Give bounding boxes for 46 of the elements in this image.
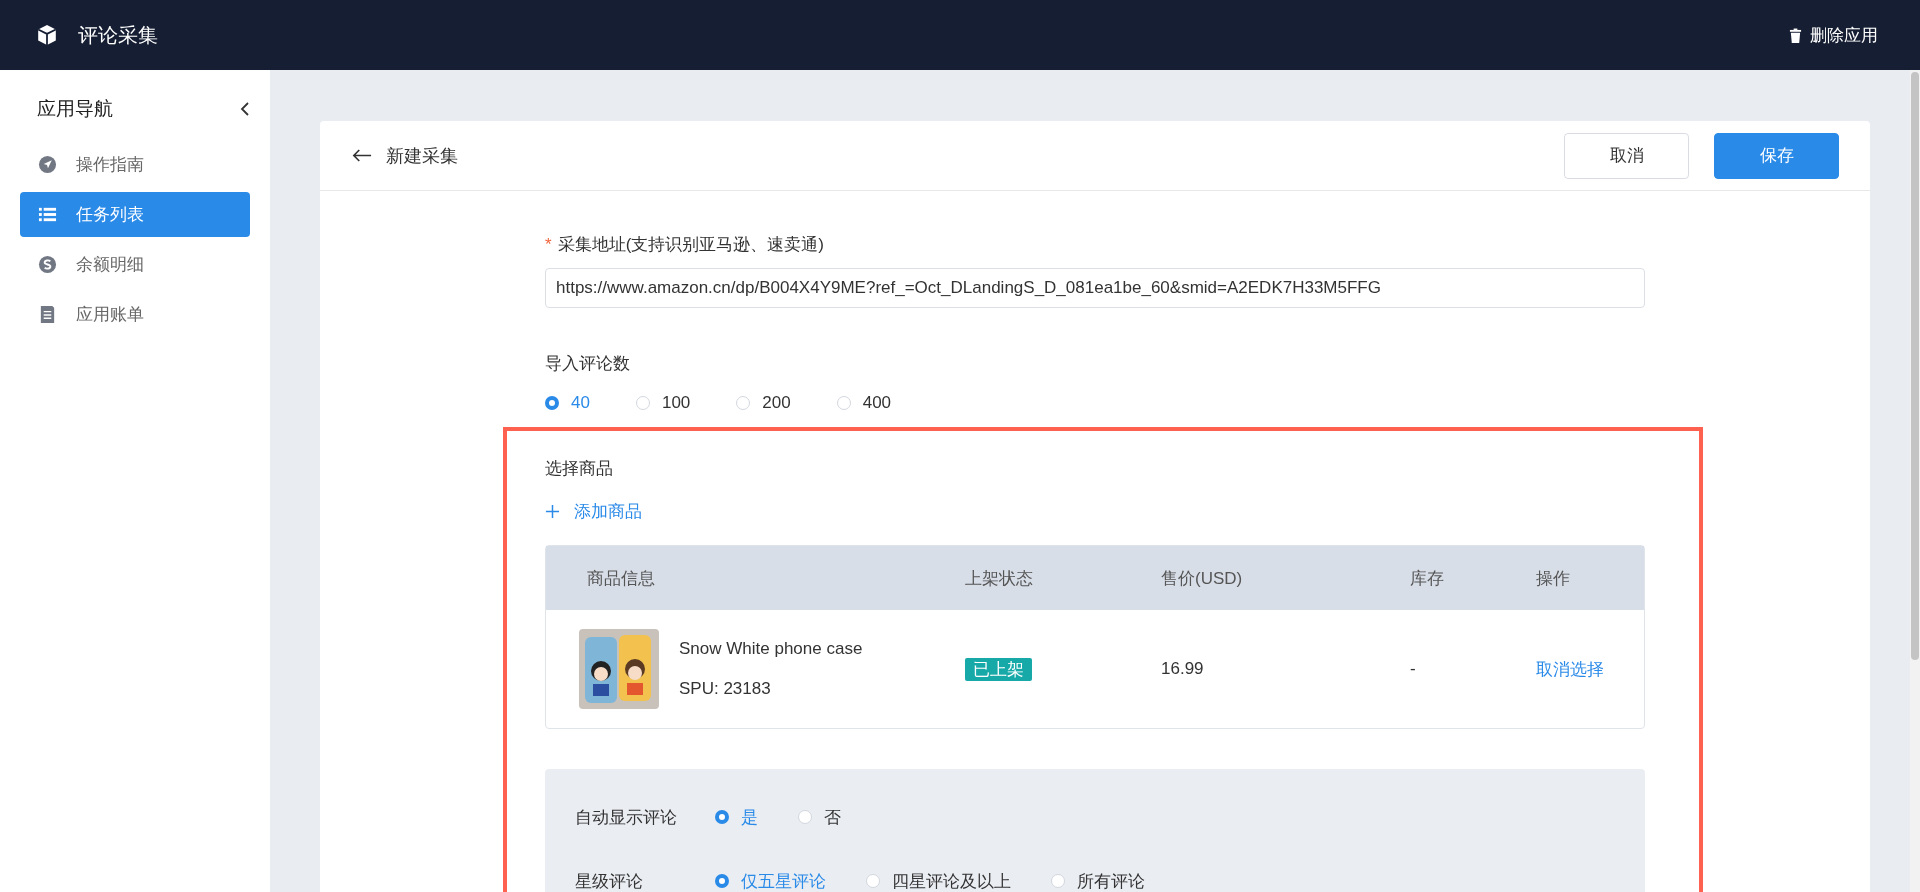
back-arrow-icon[interactable] xyxy=(352,148,372,163)
radio-option[interactable]: 200 xyxy=(736,393,791,413)
field-label: 选择商品 xyxy=(545,458,614,480)
column-header: 库存 xyxy=(1410,567,1445,590)
dollar-icon xyxy=(38,255,57,274)
plus-icon xyxy=(545,504,560,519)
add-product-button[interactable]: 添加商品 xyxy=(545,500,642,523)
sidebar-item[interactable]: 操作指南 xyxy=(20,142,250,187)
radio-option[interactable]: 否 xyxy=(798,805,841,829)
deselect-link[interactable]: 取消选择 xyxy=(1536,657,1644,681)
cube-icon xyxy=(36,24,58,46)
column-header: 商品信息 xyxy=(587,567,656,590)
sidebar-title: 应用导航 xyxy=(37,97,113,121)
field-label: 导入评论数 xyxy=(545,353,631,375)
sidebar-item[interactable]: 余额明细 xyxy=(20,242,250,287)
save-button[interactable]: 保存 xyxy=(1714,132,1839,179)
radio-option[interactable]: 四星评论及以上 xyxy=(866,869,1011,892)
delete-app-button[interactable]: 删除应用 xyxy=(1785,19,1882,51)
sidebar-item[interactable]: 应用账单 xyxy=(20,292,250,337)
column-header: 操作 xyxy=(1536,567,1571,590)
setting-label: 自动显示评论 xyxy=(575,806,678,829)
url-input-field[interactable]: https://www.amazon.cn/dp/B004X4Y9ME?ref_=Oct_DLandingS_D_081ea1be_60&smid=A2EDK7H33M5FFG xyxy=(545,268,1645,308)
list-icon xyxy=(38,205,57,224)
product-name: Snow White phone case xyxy=(679,639,863,659)
collapse-chevron-icon[interactable] xyxy=(240,101,250,117)
radio-option[interactable]: 所有评论 xyxy=(1051,869,1145,892)
cancel-button[interactable]: 取消 xyxy=(1564,132,1689,179)
app-title: 评论采集 xyxy=(78,22,158,48)
status-badge: 已上架 xyxy=(965,657,1032,681)
setting-label: 星级评论 xyxy=(575,870,644,892)
scrollbar[interactable] xyxy=(1910,70,1920,892)
radio-option[interactable]: 仅五星评论 xyxy=(715,869,826,892)
field-label: * 采集地址(支持识别亚马逊、速卖通) xyxy=(545,234,825,256)
product-spu: SPU: 23183 xyxy=(679,679,772,699)
radio-option[interactable]: 40 xyxy=(545,393,590,413)
page-title: 新建采集 xyxy=(386,144,458,168)
radio-option[interactable]: 100 xyxy=(635,393,691,413)
column-header: 上架状态 xyxy=(965,567,1034,590)
trash-icon xyxy=(1789,27,1802,43)
navigation-icon xyxy=(38,155,57,174)
price-cell-text: 16.99 xyxy=(1161,659,1205,679)
column-header: 售价(USD) xyxy=(1161,567,1244,590)
stock-cell-text: - xyxy=(1410,659,1417,679)
sidebar-item[interactable]: 任务列表 xyxy=(20,192,250,237)
radio-option[interactable]: 400 xyxy=(836,393,892,413)
document-icon xyxy=(38,305,57,324)
